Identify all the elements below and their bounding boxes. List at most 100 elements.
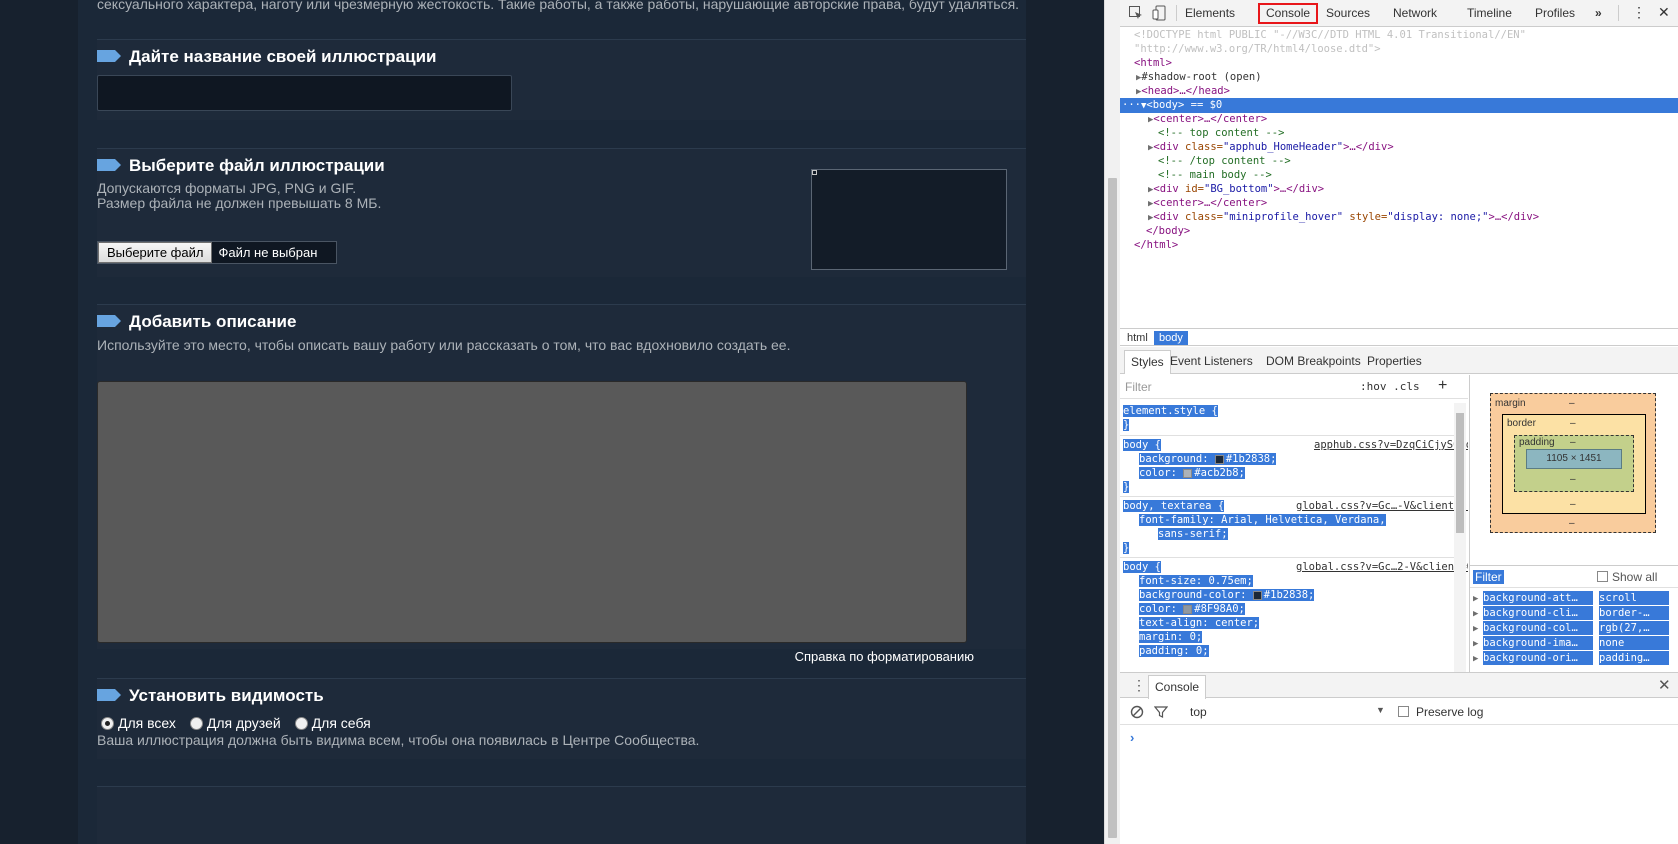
- filter-icon[interactable]: [1154, 705, 1168, 719]
- dom-line[interactable]: </body>: [1120, 224, 1678, 239]
- expand-arrow-icon[interactable]: ▶: [1473, 609, 1478, 619]
- color-swatch-icon[interactable]: [1252, 590, 1262, 600]
- prop-name[interactable]: background:: [1139, 453, 1215, 465]
- prop-value[interactable]: #8F98A0;: [1194, 603, 1245, 615]
- prop-value[interactable]: #acb2b8;: [1194, 467, 1245, 479]
- preserve-log-checkbox[interactable]: [1398, 706, 1409, 717]
- dom-line[interactable]: ▶<div class="miniprofile_hover" style="d…: [1120, 210, 1678, 225]
- dom-line[interactable]: <!-- main body -->: [1120, 168, 1678, 183]
- margin-bottom-value[interactable]: –: [1569, 518, 1575, 529]
- choose-file-button[interactable]: Выберите файл: [98, 242, 213, 263]
- prop-line[interactable]: padding: 0;: [1139, 645, 1209, 657]
- dom-line[interactable]: ▶<div id="BG_bottom">…</div>: [1120, 182, 1678, 197]
- tab-profiles[interactable]: Profiles: [1535, 6, 1575, 20]
- new-rule-icon[interactable]: +: [1438, 377, 1447, 395]
- dom-line[interactable]: "http://www.w3.org/TR/html4/loose.dtd">: [1120, 42, 1678, 57]
- computed-filter-input[interactable]: Filter: [1473, 570, 1504, 584]
- border-top-value[interactable]: –: [1570, 418, 1576, 429]
- prop-name[interactable]: background-color:: [1139, 589, 1253, 601]
- chevron-down-icon[interactable]: ▼: [1376, 705, 1385, 715]
- radio-icon[interactable]: [189, 716, 203, 730]
- more-tabs-icon[interactable]: »: [1595, 6, 1602, 20]
- color-swatch-icon[interactable]: [1183, 604, 1193, 614]
- visibility-option-all[interactable]: Для всех: [101, 715, 176, 731]
- tab-sources[interactable]: Sources: [1326, 6, 1370, 20]
- prop-value[interactable]: #1b2838;: [1264, 589, 1315, 601]
- device-mode-icon[interactable]: [1152, 5, 1168, 21]
- color-swatch-icon[interactable]: [1214, 454, 1224, 464]
- tab-dom-breakpoints[interactable]: DOM Breakpoints: [1266, 354, 1361, 368]
- box-model-content[interactable]: 1105 × 1451: [1526, 449, 1622, 469]
- computed-prop[interactable]: ▶ background-ima… none: [1473, 636, 1669, 650]
- dom-line[interactable]: <html>: [1120, 56, 1678, 71]
- prop-line[interactable]: font-family: Arial, Helvetica, Verdana,: [1139, 514, 1386, 526]
- title-input[interactable]: [97, 75, 512, 111]
- prop-value[interactable]: #1b2838;: [1226, 453, 1277, 465]
- formatting-help-link[interactable]: Справка по форматированию: [795, 649, 974, 664]
- box-model-padding[interactable]: padding – 1105 × 1451 –: [1514, 435, 1634, 492]
- ellipsis-icon[interactable]: ···: [1122, 99, 1141, 111]
- border-bottom-value[interactable]: –: [1570, 499, 1576, 510]
- file-input[interactable]: Выберите файл Файл не выбран: [97, 241, 337, 264]
- padding-top-value[interactable]: –: [1570, 437, 1576, 448]
- scrollbar-thumb[interactable]: [1108, 178, 1117, 838]
- rule-selector[interactable]: element.style {: [1123, 405, 1218, 417]
- color-swatch-icon[interactable]: [1183, 468, 1193, 478]
- description-textarea[interactable]: [97, 381, 967, 643]
- prop-line[interactable]: font-size: 0.75em;: [1139, 575, 1253, 587]
- computed-prop[interactable]: ▶ background-col… rgb(27,…: [1473, 621, 1669, 635]
- padding-bottom-value[interactable]: –: [1570, 474, 1576, 485]
- tab-styles[interactable]: Styles: [1124, 350, 1171, 374]
- drawer-menu-icon[interactable]: ⋮: [1132, 677, 1146, 694]
- show-all-checkbox[interactable]: [1597, 571, 1608, 582]
- dom-line[interactable]: ▶<div class="apphub_HomeHeader">…</div>: [1120, 140, 1678, 155]
- computed-prop[interactable]: ▶ background-ori… padding…: [1473, 651, 1669, 665]
- visibility-option-self[interactable]: Для себя: [294, 715, 371, 731]
- dom-line[interactable]: ▶<center>…</center>: [1120, 112, 1678, 127]
- close-devtools-icon[interactable]: ✕: [1658, 4, 1670, 21]
- expand-arrow-icon[interactable]: ▶: [1473, 654, 1478, 664]
- expand-arrow-icon[interactable]: ▶: [1473, 639, 1478, 649]
- rule-selector[interactable]: body {: [1123, 561, 1161, 573]
- drawer-tab-console[interactable]: Console: [1148, 675, 1207, 699]
- box-model-border[interactable]: border – – padding – 1105 × 1451 –: [1502, 414, 1646, 514]
- context-selector[interactable]: top: [1190, 705, 1207, 719]
- clear-console-icon[interactable]: [1130, 705, 1144, 719]
- rule-selector[interactable]: body {: [1123, 439, 1161, 451]
- radio-checked-icon[interactable]: [101, 716, 114, 730]
- prop-line[interactable]: margin: 0;: [1139, 631, 1203, 643]
- computed-prop[interactable]: ▶ background-cli… border-…: [1473, 606, 1669, 620]
- dom-line[interactable]: ▶<center>…</center>: [1120, 196, 1678, 211]
- margin-top-value[interactable]: –: [1569, 398, 1575, 409]
- close-drawer-icon[interactable]: ✕: [1658, 676, 1671, 694]
- breadcrumb-html[interactable]: html: [1122, 331, 1153, 345]
- page-scrollbar[interactable]: [1104, 0, 1120, 844]
- dom-line[interactable]: <!DOCTYPE html PUBLIC "-//W3C//DTD HTML …: [1120, 28, 1678, 43]
- styles-scrollbar[interactable]: [1454, 403, 1466, 672]
- radio-icon[interactable]: [294, 716, 308, 730]
- scrollbar-thumb[interactable]: [1456, 413, 1464, 533]
- tab-event-listeners[interactable]: Event Listeners: [1170, 354, 1253, 368]
- dom-line-selected[interactable]: ···▼<body> == $0: [1120, 98, 1678, 113]
- styles-filter-input[interactable]: Filter: [1125, 380, 1152, 394]
- expand-arrow-icon[interactable]: ▶: [1473, 624, 1478, 634]
- dom-line[interactable]: <!-- /top content -->: [1120, 154, 1678, 169]
- computed-prop[interactable]: ▶ background-att… scroll: [1473, 591, 1669, 605]
- dom-line[interactable]: </html>: [1120, 238, 1678, 253]
- tab-timeline[interactable]: Timeline: [1467, 6, 1512, 20]
- prop-name[interactable]: color:: [1139, 467, 1183, 479]
- rule-selector[interactable]: body, textarea {: [1123, 500, 1225, 512]
- dom-line[interactable]: ▶<head>…</head>: [1120, 84, 1678, 99]
- dom-line[interactable]: <!-- top content -->: [1120, 126, 1678, 141]
- customize-menu-icon[interactable]: ⋮: [1632, 4, 1646, 21]
- source-link[interactable]: global.css?v=Gc…-V&client=0:14: [1296, 499, 1468, 513]
- prop-line[interactable]: text-align: center;: [1139, 617, 1260, 629]
- dom-line[interactable]: ▶#shadow-root (open): [1120, 70, 1678, 85]
- inspect-element-icon[interactable]: [1128, 5, 1144, 21]
- prop-name[interactable]: color:: [1139, 603, 1183, 615]
- tab-properties[interactable]: Properties: [1367, 354, 1422, 368]
- console-prompt-icon[interactable]: ›: [1130, 730, 1134, 745]
- hov-cls-toggle[interactable]: :hov .cls: [1360, 380, 1420, 393]
- expand-arrow-icon[interactable]: ▶: [1473, 594, 1478, 604]
- source-link[interactable]: apphub.css?v=DzqCiCjyS0fo:2: [1314, 438, 1468, 452]
